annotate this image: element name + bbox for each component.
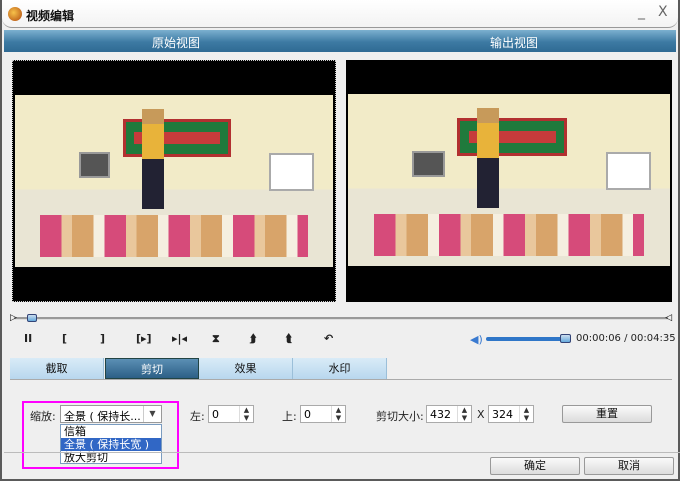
zoom-select-value: 全景 ( 保持长... (64, 410, 141, 423)
timeline-track (14, 317, 668, 320)
crop-height-value: 324 (492, 408, 513, 421)
spin-arrows-icon[interactable]: ▲ ▼ (331, 406, 345, 422)
top-offset-value: 0 (304, 408, 311, 421)
minimize-button[interactable]: _ (638, 4, 645, 20)
rotate-left-button[interactable]: ⮬ (286, 332, 293, 346)
video-frame (15, 95, 333, 267)
original-view-label: 原始视图 (152, 36, 201, 50)
undo-rotate-button[interactable]: ↶ (324, 332, 333, 345)
video-edit-window: 视频编辑 _ X 原始视图 输出视图 ▷ ◁ II [] [▸] ▸|◂ ⧗ ⮭ ⮬ ↶ ◀)… (0, 0, 680, 481)
mark-out-button[interactable]: ] (100, 332, 105, 345)
mark-in-button[interactable]: [ (62, 332, 67, 345)
divider (4, 452, 680, 453)
play-selection-button[interactable]: [▸] (136, 332, 152, 345)
reset-button[interactable]: 重置 (562, 405, 652, 423)
tab-watermark[interactable]: 水印 (293, 358, 387, 379)
tab-crop[interactable]: 剪切 (105, 358, 199, 379)
flip-vertical-button[interactable]: ⧗ (212, 332, 220, 346)
timeline-slider[interactable]: ▷ ◁ (10, 313, 672, 323)
spin-arrows-icon[interactable]: ▲ ▼ (457, 406, 471, 422)
ok-button[interactable]: 确定 (490, 457, 580, 475)
timeline-thumb[interactable] (26, 314, 37, 322)
divider (10, 379, 672, 380)
title-bar: 视频编辑 _ X (2, 0, 678, 28)
top-label: 上: (282, 410, 297, 423)
tab-effects[interactable]: 效果 (199, 358, 293, 379)
spin-arrows-icon[interactable]: ▲ ▼ (519, 406, 533, 422)
time-display: 00:00:06 / 00:04:35 (576, 333, 676, 344)
view-header: 原始视图 输出视图 (4, 30, 676, 52)
volume-icon[interactable]: ◀) (470, 333, 483, 346)
window-title: 视频编辑 (26, 9, 75, 23)
tab-capture[interactable]: 截取 (10, 358, 104, 379)
close-button[interactable]: X (658, 4, 668, 20)
start-marker-icon[interactable]: ▷ (10, 313, 17, 323)
output-view-label: 输出视图 (490, 36, 539, 50)
zoom-label: 缩放: (30, 410, 56, 423)
app-icon (8, 7, 22, 21)
crop-height-stepper[interactable]: 324 ▲ ▼ (488, 405, 534, 423)
original-video-preview[interactable] (12, 60, 336, 302)
times-label: X (477, 408, 485, 421)
top-offset-stepper[interactable]: 0 ▲ ▼ (300, 405, 346, 423)
end-marker-icon[interactable]: ◁ (665, 313, 672, 323)
rotate-right-button[interactable]: ⮭ (250, 332, 257, 346)
zoom-option-panorama[interactable]: 全景 ( 保持长宽 ) (61, 438, 161, 451)
left-offset-stepper[interactable]: 0 ▲ ▼ (208, 405, 254, 423)
crop-size-label: 剪切大小: (376, 410, 424, 423)
zoom-select[interactable]: 全景 ( 保持长... ▼ (60, 405, 162, 423)
left-offset-value: 0 (212, 408, 219, 421)
cancel-button[interactable]: 取消 (584, 457, 674, 475)
zoom-dropdown-list: 信箱 全景 ( 保持长宽 ) 放大剪切 (60, 424, 162, 464)
volume-slider[interactable] (486, 337, 570, 341)
zoom-option-letterbox[interactable]: 信箱 (61, 425, 161, 438)
left-label: 左: (190, 410, 205, 423)
volume-thumb[interactable] (560, 334, 571, 343)
crop-width-value: 432 (430, 408, 451, 421)
output-video-preview (346, 60, 672, 302)
video-frame (348, 94, 670, 266)
pause-button[interactable]: II (24, 332, 32, 345)
step-button[interactable]: ▸|◂ (172, 332, 187, 345)
spin-arrows-icon[interactable]: ▲ ▼ (239, 406, 253, 422)
crop-width-stepper[interactable]: 432 ▲ ▼ (426, 405, 472, 423)
chevron-down-icon[interactable]: ▼ (143, 406, 161, 422)
